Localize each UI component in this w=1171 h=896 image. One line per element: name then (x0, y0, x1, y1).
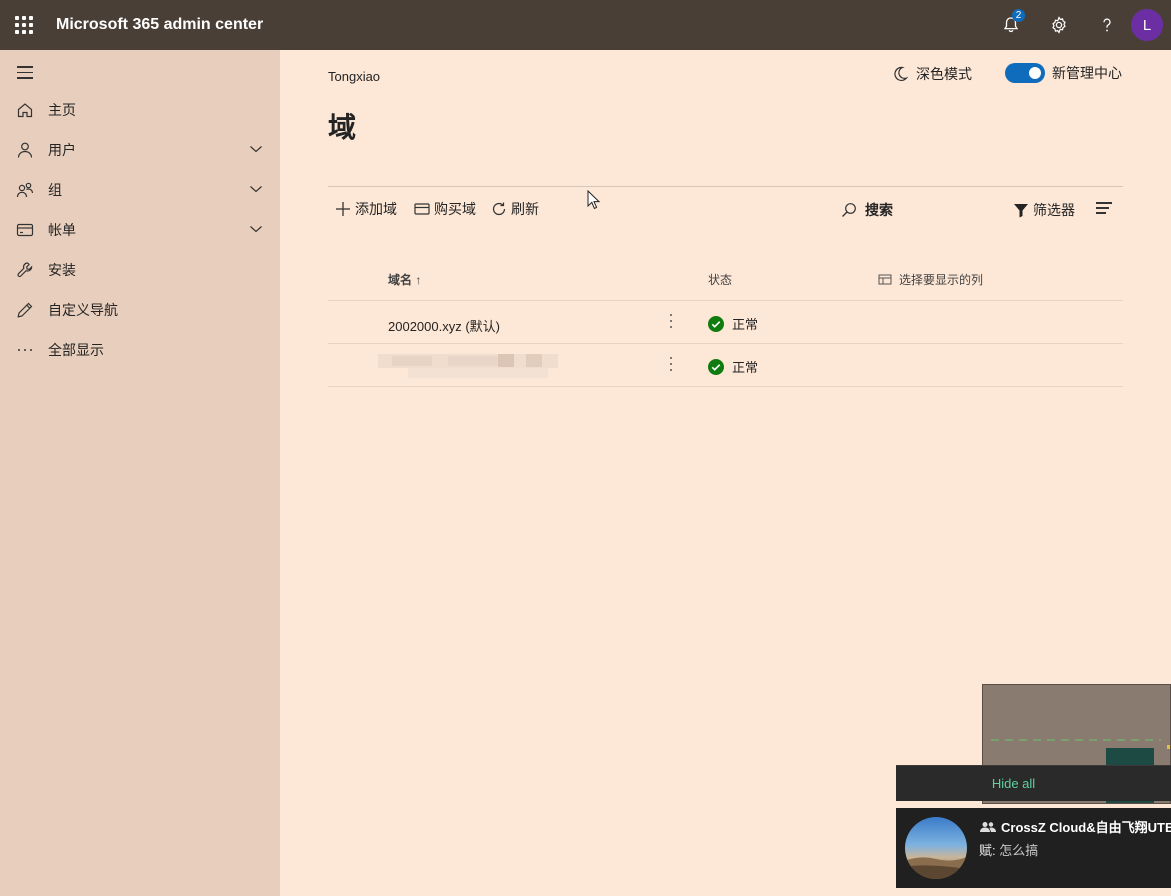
home-icon (17, 103, 33, 118)
status-cell: 正常 (708, 314, 758, 333)
org-name: Tongxiao (328, 69, 381, 84)
filter-icon (1014, 204, 1028, 218)
notification-title: CrossZ Cloud&自由飞翔UTB... (980, 817, 1171, 836)
add-domain-button[interactable]: 添加域 (335, 200, 397, 218)
sidebar-item-label: 用户 (48, 142, 76, 158)
group-avatar (905, 817, 967, 879)
help-button[interactable] (1083, 0, 1131, 50)
status-text: 正常 (732, 317, 759, 332)
divider (328, 186, 1123, 187)
refresh-icon (492, 202, 506, 216)
sidebar-item-label: 组 (48, 182, 62, 198)
page-title: 域 (328, 112, 357, 143)
redacted-domain-name[interactable] (378, 354, 558, 380)
top-bar-actions: 2 L (987, 0, 1171, 50)
search-icon (842, 203, 856, 217)
column-header-status[interactable]: 状态 (708, 271, 732, 288)
sidebar-item-label: 帐单 (48, 222, 76, 238)
moon-icon (894, 66, 908, 81)
check-circle-icon (708, 358, 724, 375)
sidebar-item-label: 全部显示 (48, 342, 104, 358)
table-columns-icon (878, 274, 892, 284)
sidebar-item-customize-nav[interactable]: 自定义导航 (0, 290, 280, 330)
top-bar: Microsoft 365 admin center 2 L (0, 0, 1171, 50)
check-circle-icon (708, 315, 724, 332)
wrench-icon (17, 262, 33, 278)
pencil-icon (17, 302, 33, 318)
refresh-label: 刷新 (511, 201, 539, 217)
column-header-domain-name[interactable]: 域名 ↑ (388, 271, 421, 288)
search-box[interactable]: 搜索 (841, 200, 893, 220)
gear-icon (1052, 16, 1066, 34)
notification-message: 赋: 怎么搞 (979, 840, 1038, 859)
menu-icon (17, 66, 33, 68)
sidebar-item-billing[interactable]: 帐单 (0, 210, 280, 250)
filter-button[interactable]: 筛选器 (1013, 200, 1075, 220)
app-launcher-button[interactable] (0, 0, 48, 50)
chat-notification[interactable]: CrossZ Cloud&自由飞翔UTB... 赋: 怎么搞 (896, 808, 1171, 888)
sidebar-item-label: 自定义导航 (48, 302, 118, 318)
domain-name-link[interactable]: 2002000.xyz (默认) (388, 316, 500, 335)
table-row[interactable]: 2002000.xyz (默认) 正常 (328, 301, 1123, 344)
buy-domain-label: 购买域 (434, 201, 476, 217)
divider (328, 386, 1123, 387)
mouse-cursor-icon (587, 190, 600, 210)
chevron-down-icon[interactable] (249, 144, 263, 154)
waffle-icon (15, 16, 33, 34)
chevron-down-icon[interactable] (249, 184, 263, 194)
choose-columns-button[interactable]: 选择要显示的列 (878, 271, 983, 288)
chevron-down-icon[interactable] (249, 224, 263, 234)
people-icon (16, 182, 34, 198)
dark-mode-label: 深色模式 (916, 66, 972, 82)
status-text: 正常 (732, 360, 759, 375)
toggle-switch[interactable] (1005, 63, 1045, 83)
view-options-button[interactable] (1096, 202, 1112, 217)
sidebar-item-home[interactable]: 主页 (0, 90, 280, 130)
app-title[interactable]: Microsoft 365 admin center (56, 16, 263, 34)
sidebar-item-users[interactable]: 用户 (0, 130, 280, 170)
sidebar: 主页 用户 组 帐单 安装 自定义导航 全部显示 (0, 50, 280, 896)
collapse-nav-button[interactable] (17, 66, 33, 83)
more-vertical-icon (670, 357, 672, 359)
ellipsis-icon (18, 349, 32, 351)
new-admin-center-label: 新管理中心 (1052, 65, 1122, 81)
more-actions-button[interactable] (670, 357, 674, 375)
notification-count-badge: 2 (1012, 9, 1025, 22)
avatar[interactable]: L (1131, 9, 1163, 41)
column-header-label: 状态 (708, 273, 733, 287)
new-admin-center-toggle[interactable]: 新管理中心 (1005, 63, 1122, 83)
plus-icon (336, 202, 350, 216)
search-label: 搜索 (865, 202, 893, 218)
sidebar-item-label: 主页 (48, 102, 76, 118)
group-name: CrossZ Cloud&自由飞翔UTB... (1001, 820, 1171, 835)
person-icon (17, 142, 33, 158)
message-text: 怎么搞 (995, 843, 1039, 858)
more-actions-button[interactable] (670, 314, 674, 332)
group-icon (980, 821, 996, 832)
choose-columns-label: 选择要显示的列 (899, 273, 984, 287)
more-vertical-icon (670, 314, 672, 316)
add-domain-label: 添加域 (355, 201, 397, 217)
column-header-label: 域名 ↑ (388, 273, 422, 287)
sidebar-item-label: 安装 (48, 262, 76, 278)
settings-button[interactable] (1035, 0, 1083, 50)
notifications-button[interactable]: 2 (987, 0, 1035, 50)
sidebar-item-show-all[interactable]: 全部显示 (0, 330, 280, 370)
filter-label: 筛选器 (1033, 202, 1075, 218)
sender-name: 赋: (979, 843, 996, 858)
sidebar-item-groups[interactable]: 组 (0, 170, 280, 210)
sidebar-item-setup[interactable]: 安装 (0, 250, 280, 290)
buy-domain-button[interactable]: 购买域 (414, 200, 476, 218)
dark-mode-button[interactable]: 深色模式 (892, 65, 972, 83)
hide-all-button[interactable]: Hide all (896, 765, 1171, 801)
list-view-icon (1096, 202, 1112, 204)
status-cell: 正常 (708, 357, 758, 376)
question-icon (1103, 18, 1111, 32)
credit-card-icon (414, 203, 430, 215)
refresh-button[interactable]: 刷新 (491, 200, 539, 218)
table-row[interactable]: 正常 (328, 344, 1123, 387)
credit-card-icon (16, 223, 34, 237)
